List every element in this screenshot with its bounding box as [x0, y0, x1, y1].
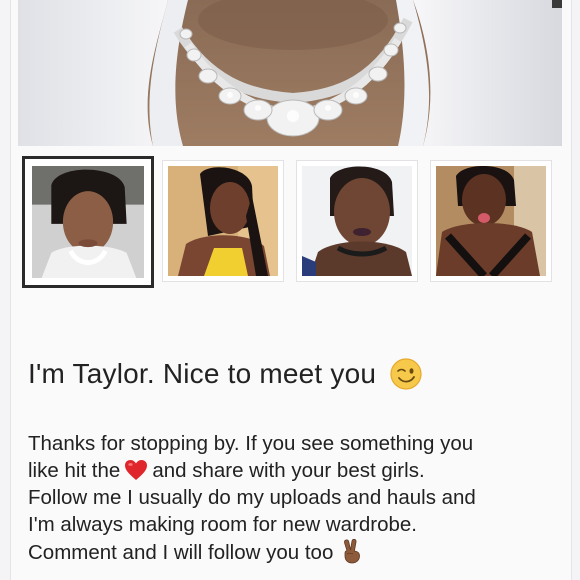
profile-page: I'm Taylor. Nice to meet you Thanks for …	[0, 0, 580, 580]
profile-greeting: I'm Taylor. Nice to meet you	[28, 358, 422, 390]
bio-line-2: like hit the and share with your best gir…	[28, 459, 425, 482]
thumbnail-1-photo	[32, 166, 144, 278]
cover-photo-necklace	[18, 0, 562, 146]
victory-hand-icon	[344, 538, 361, 564]
bio-line-2-before: like hit the	[28, 459, 121, 482]
profile-bio: Thanks for stopping by. If you see somet…	[28, 430, 558, 566]
bio-line-4: I'm always making room for new wardrobe.	[28, 513, 417, 536]
bio-line-5-text: Comment and I will follow you too	[28, 541, 334, 564]
thumbnail-1[interactable]	[22, 156, 154, 288]
cover-photo[interactable]	[18, 0, 562, 146]
thumbnail-strip	[22, 156, 558, 288]
greeting-text: I'm Taylor. Nice to meet you	[28, 358, 377, 389]
thumbnail-4-photo	[436, 166, 546, 276]
thumbnail-3[interactable]	[296, 160, 418, 282]
winking-face-emoji-icon	[390, 358, 422, 390]
heart-icon	[125, 460, 148, 480]
bio-line-2-after: and share with your best girls.	[152, 459, 425, 482]
thumbnail-4[interactable]	[430, 160, 552, 282]
bio-line-5: Comment and I will follow you too	[28, 538, 363, 564]
thumbnail-2[interactable]	[162, 160, 284, 282]
thumbnail-3-photo	[302, 166, 412, 276]
bio-line-1: Thanks for stopping by. If you see somet…	[28, 432, 474, 455]
bio-line-3: Follow me I usually do my uploads and ha…	[28, 486, 476, 509]
thumbnail-2-photo	[168, 166, 278, 276]
